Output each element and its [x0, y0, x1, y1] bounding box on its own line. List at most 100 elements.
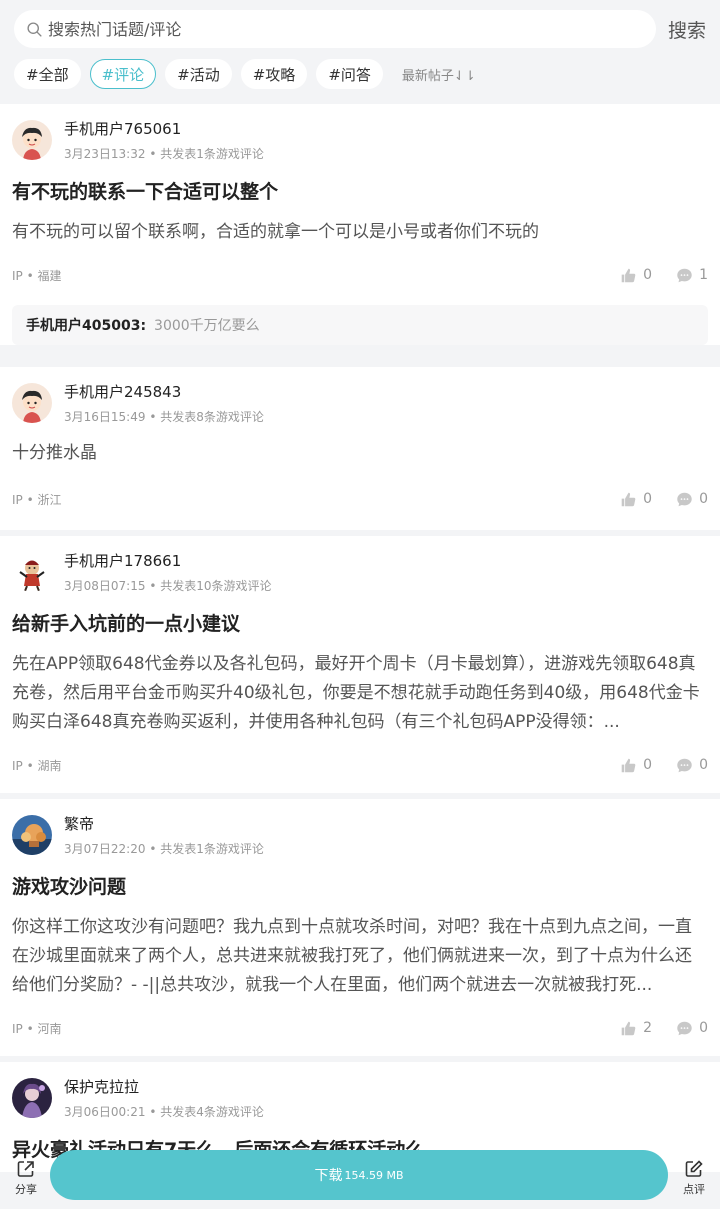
chip-all[interactable]: #全部 [14, 59, 81, 89]
comment-count: 0 [699, 757, 708, 773]
boy-avatar-icon [12, 120, 52, 160]
chip-activity[interactable]: #活动 [165, 59, 232, 89]
post-header: 手机用户765061 3月23日13:32 • 共发表1条游戏评论 [12, 116, 708, 172]
reply-text: 3000千万亿要么 [154, 318, 260, 334]
post-body: 有不玩的可以留个联系啊，合适的就拿一个可以是小号或者你们不玩的 [12, 222, 539, 242]
post-card[interactable]: 手机用户765061 3月23日13:32 • 共发表1条游戏评论 有不玩的联系… [0, 104, 720, 345]
avatar[interactable] [12, 120, 52, 160]
post-time: 3月16日15:49 [64, 410, 146, 424]
comment-count: 0 [699, 491, 708, 507]
avatar[interactable] [12, 552, 52, 592]
character-avatar-icon [12, 1078, 52, 1118]
user-name[interactable]: 手机用户245843 [64, 381, 264, 403]
ip-location: IP • 河南 [12, 1021, 62, 1036]
review-button[interactable]: 点评 [672, 1159, 716, 1197]
ip-location: IP • 浙江 [12, 492, 62, 507]
post-title: 给新手入坑前的一点小建议 [12, 613, 241, 635]
post-time: 3月06日00:21 [64, 1105, 146, 1119]
search-input[interactable] [48, 19, 608, 39]
post-card[interactable]: 手机用户178661 3月08日07:15 • 共发表10条游戏评论 给新手入坑… [0, 536, 720, 793]
post-title: 有不玩的联系一下合适可以整个 [12, 181, 279, 203]
user-name[interactable]: 保护克拉拉 [64, 1076, 264, 1098]
review-count: 共发表10条游戏评论 [160, 579, 272, 593]
edit-icon [685, 1160, 703, 1177]
like-count: 0 [643, 491, 653, 507]
review-count: 共发表1条游戏评论 [160, 842, 264, 856]
user-name[interactable]: 手机用户765061 [64, 118, 264, 140]
like-icon [621, 758, 636, 772]
like-count: 0 [643, 757, 653, 773]
landscape-avatar-icon [12, 815, 52, 855]
like-button[interactable]: 2 [620, 1020, 652, 1037]
like-button[interactable]: 0 [620, 757, 652, 774]
post-time: 3月07日22:20 [64, 842, 146, 856]
user-name[interactable]: 手机用户178661 [64, 550, 272, 572]
comment-count: 0 [699, 1020, 708, 1036]
post-card[interactable]: 繁帝 3月07日22:20 • 共发表1条游戏评论 游戏攻沙问题 你这样工你这攻… [0, 799, 720, 1056]
download-button[interactable]: 下载 154.59 MB [50, 1150, 668, 1200]
ip-location: IP • 湖南 [12, 758, 62, 773]
user-meta: 3月08日07:15 • 共发表10条游戏评论 [64, 579, 272, 593]
boy-avatar-icon [12, 383, 52, 423]
post-header: 手机用户245843 3月16日15:49 • 共发表8条游戏评论 [12, 379, 708, 435]
comment-button[interactable]: 0 [676, 757, 708, 774]
like-count: 2 [643, 1020, 653, 1036]
chip-qa[interactable]: #问答 [316, 59, 383, 89]
post-body: 先在APP领取648代金券以及各礼包码，最好开个周卡（月卡最划算），进游戏先领取… [12, 654, 700, 732]
post-time: 3月23日13:32 [64, 147, 146, 161]
post-footer: IP • 湖南 0 0 [12, 737, 708, 793]
download-label: 下载 [314, 1168, 343, 1184]
sort-dropdown[interactable]: 最新帖子⇃⇂ [402, 65, 476, 84]
share-label: 分享 [15, 1183, 37, 1196]
like-icon [621, 492, 636, 506]
share-button[interactable]: 分享 [4, 1159, 48, 1197]
post-footer: IP • 福建 0 1 [12, 247, 708, 303]
comment-icon [677, 268, 692, 282]
post-footer: IP • 河南 2 0 [12, 1000, 708, 1056]
comment-icon [677, 1021, 692, 1035]
share-icon [17, 1161, 34, 1177]
user-name[interactable]: 繁帝 [64, 813, 264, 835]
bottom-bar: 分享 下载 154.59 MB 点评 [0, 1147, 720, 1209]
comment-icon [677, 492, 692, 506]
user-meta: 3月23日13:32 • 共发表1条游戏评论 [64, 147, 264, 161]
search-button[interactable]: 搜索 [666, 16, 706, 43]
search-row: 搜索 [14, 10, 706, 48]
avatar[interactable] [12, 383, 52, 423]
avatar[interactable] [12, 1078, 52, 1118]
post-body: 你这样工你这攻沙有问题吧？我九点到十点就攻杀时间，对吧？我在十点到九点之间，一直… [12, 917, 692, 995]
review-label: 点评 [683, 1183, 705, 1196]
comment-button[interactable]: 1 [676, 267, 708, 284]
like-icon [621, 1021, 636, 1035]
user-meta: 3月07日22:20 • 共发表1条游戏评论 [64, 842, 264, 856]
chip-review[interactable]: #评论 [89, 59, 157, 89]
search-box[interactable] [14, 10, 656, 48]
user-meta: 3月16日15:49 • 共发表8条游戏评论 [64, 410, 264, 424]
like-button[interactable]: 0 [620, 267, 652, 284]
avatar[interactable] [12, 815, 52, 855]
post-time: 3月08日07:15 [64, 579, 146, 593]
post-header: 繁帝 3月07日22:20 • 共发表1条游戏评论 [12, 811, 708, 867]
user-meta: 3月06日00:21 • 共发表4条游戏评论 [64, 1105, 264, 1119]
comment-button[interactable]: 0 [676, 1020, 708, 1037]
header: 搜索 #全部 #评论 #活动 #攻略 #问答 最新帖子⇃⇂ [0, 0, 720, 104]
download-size: 154.59 MB [344, 1168, 404, 1182]
like-icon [621, 268, 636, 282]
post-header: 保护克拉拉 3月06日00:21 • 共发表4条游戏评论 [12, 1074, 708, 1130]
review-count: 共发表8条游戏评论 [160, 410, 264, 424]
post-header: 手机用户178661 3月08日07:15 • 共发表10条游戏评论 [12, 548, 708, 604]
post-footer: IP • 浙江 0 0 [12, 468, 708, 530]
reply-preview[interactable]: 手机用户405003: 3000千万亿要么 [12, 305, 708, 345]
review-count: 共发表4条游戏评论 [160, 1105, 264, 1119]
like-button[interactable]: 0 [620, 491, 652, 508]
reply-user: 手机用户405003: [26, 318, 147, 334]
search-icon [27, 21, 42, 37]
chip-guide[interactable]: #攻略 [240, 59, 308, 89]
review-count: 共发表1条游戏评论 [160, 147, 264, 161]
post-card[interactable]: 手机用户245843 3月16日15:49 • 共发表8条游戏评论 十分推水晶 … [0, 367, 720, 530]
comment-button[interactable]: 0 [676, 491, 708, 508]
monkey-avatar-icon [12, 552, 52, 592]
ip-location: IP • 福建 [12, 268, 62, 283]
comment-count: 1 [699, 267, 708, 283]
filter-row: #全部 #评论 #活动 #攻略 #问答 最新帖子⇃⇂ [14, 59, 706, 89]
